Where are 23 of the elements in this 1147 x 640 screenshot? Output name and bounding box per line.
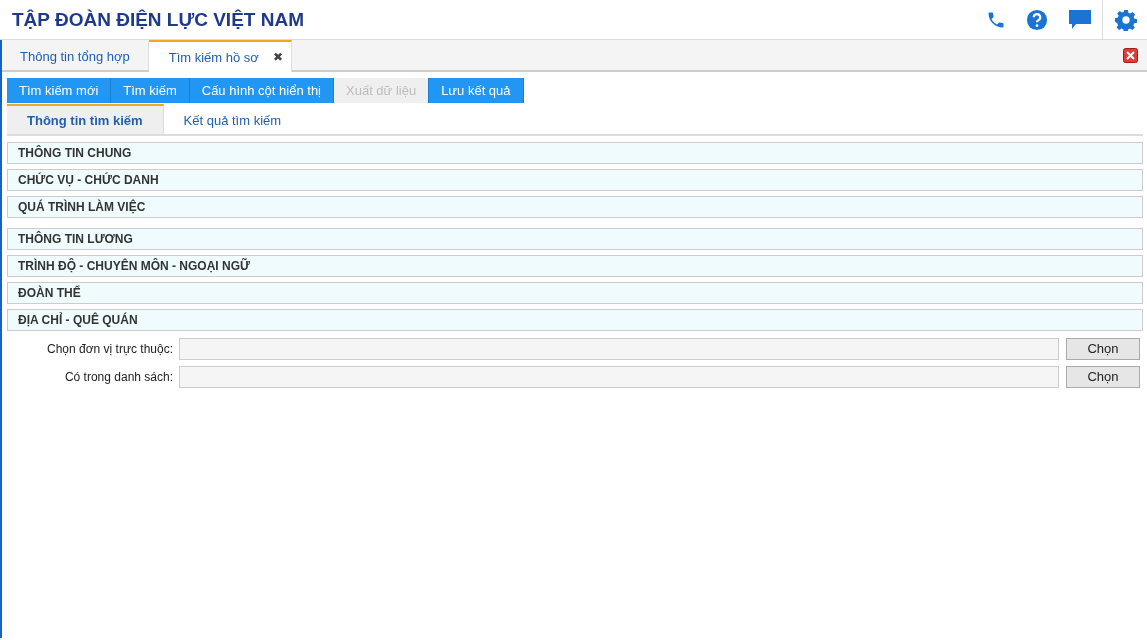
field-label: Chọn đơn vị trực thuộc: (46, 341, 173, 356)
close-icon[interactable] (1123, 47, 1138, 63)
section-header[interactable]: ĐỊA CHỈ - QUÊ QUÁN (7, 309, 1143, 331)
field-label: Có trong danh sách: (63, 369, 173, 384)
close-tab-icon[interactable]: ✖ (272, 50, 283, 64)
chat-icon[interactable] (1068, 8, 1092, 31)
section-header[interactable]: ĐOÀN THỂ (7, 282, 1143, 304)
section-header[interactable]: CHỨC VỤ - CHỨC DANH (7, 169, 1143, 191)
help-icon[interactable] (1026, 8, 1048, 31)
tab[interactable]: Thông tin tìm kiếm (7, 104, 164, 134)
tab[interactable]: Thông tin tổng hợp (2, 40, 149, 70)
choose-button[interactable]: Chọn (1066, 337, 1140, 360)
settings-icon[interactable] (1115, 8, 1137, 31)
tab[interactable]: Kết quả tìm kiếm (163, 104, 302, 134)
section-header[interactable]: THÔNG TIN LƯƠNG (7, 228, 1143, 250)
input-field[interactable] (179, 337, 1059, 360)
app-title: TẬP ĐOÀN ĐIỆN LỰC VIỆT NAM (12, 8, 305, 31)
section-header[interactable]: THÔNG TIN CHUNG (7, 142, 1143, 164)
section-header[interactable]: QUÁ TRÌNH LÀM VIỆC (7, 196, 1143, 218)
tab[interactable]: Tìm kiếm hồ sơ ✖ (148, 40, 292, 72)
section-header[interactable]: TRÌNH ĐỘ - CHUYÊN MÔN - NGOẠI NGỮ (7, 255, 1143, 277)
choose-button[interactable]: Chọn (1066, 365, 1140, 388)
input-field[interactable] (179, 365, 1059, 388)
